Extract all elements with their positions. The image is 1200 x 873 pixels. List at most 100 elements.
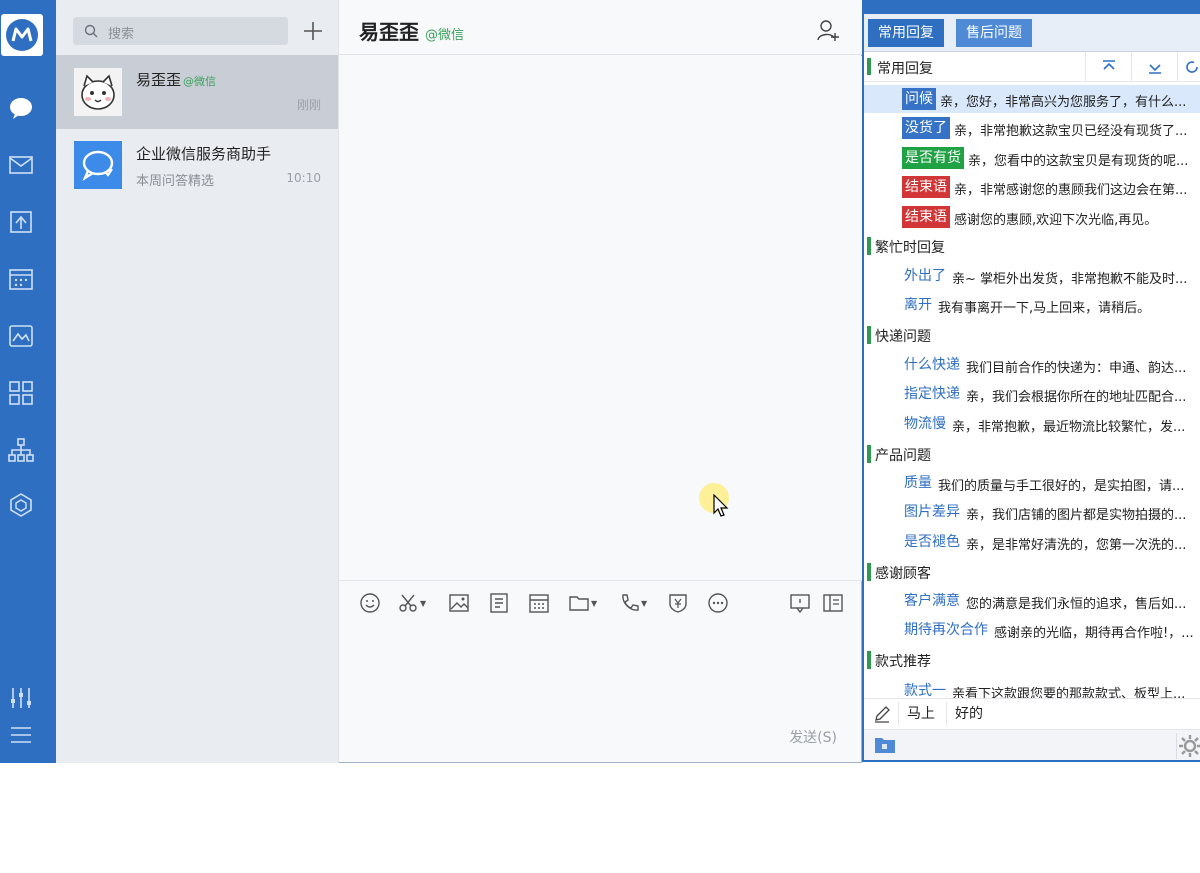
conversation-preview: 本周问答精选 [136,174,215,189]
reply-key: 外出了 [904,268,946,284]
tab-common-replies[interactable]: 常用回复 [868,19,944,47]
conversation-item[interactable]: 易歪歪 @微信 刚刚 [56,55,338,129]
mail-icon[interactable] [8,152,34,178]
category-marker [867,445,871,463]
image-button[interactable] [448,592,470,614]
quick-reply-item[interactable]: 指定快递 亲，我们会根据你所在的地址匹配合... [864,380,1200,408]
add-button[interactable] [299,17,327,45]
tab-after-sales[interactable]: 售后问题 [956,19,1032,47]
quick-reply-item[interactable]: 是否褪色 亲，是非常好清洗的，您第一次洗的... [864,528,1200,556]
refresh-button[interactable] [1177,52,1200,82]
reply-text: 亲，我们会根据你所在的地址匹配合... [966,390,1187,405]
emoji-button[interactable] [359,592,381,614]
screenshot-button[interactable]: ▼ [397,592,433,614]
calendar-button[interactable] [528,592,550,614]
quick-words-bar: 马上 好的 [864,698,1200,728]
calendar-icon [529,594,549,613]
quick-reply-item[interactable]: 结束语 感谢您的惠顾,欢迎下次光临,再见。 [864,203,1200,231]
reply-category[interactable]: 款式推荐 [864,647,1200,673]
conversation-item[interactable]: 企业微信服务商助手 本周问答精选 10:10 [56,129,338,203]
reply-text: 亲，非常感谢您的惠顾我们这边会在第... [954,183,1188,198]
quick-reply-item[interactable]: 离开 我有事离开一下,马上回来，请稍后。 [864,291,1200,319]
logo-icon[interactable] [1,14,43,56]
add-member-button[interactable] [816,18,840,42]
chat-icon[interactable] [8,95,34,121]
calendar-icon[interactable] [8,266,34,292]
quick-reply-group-header: 常用回复 [864,52,1200,82]
search-input[interactable]: 搜索 [73,17,288,45]
quick-reply-item[interactable]: 没货了 亲，非常抱歉这款宝贝已经没有现货了... [864,114,1200,142]
reply-category[interactable]: 快递问题 [864,322,1200,348]
settings-button[interactable] [1176,733,1200,759]
apps-icon[interactable] [8,380,34,406]
reply-key: 客户满意 [904,593,960,609]
quick-reply-item[interactable]: 物流慢 亲，非常抱歉，最近物流比较繁忙，发... [864,410,1200,438]
reply-key: 质量 [904,475,932,491]
folder-icon[interactable] [874,736,896,754]
reply-text: 感谢您的惠顾,欢迎下次光临,再见。 [954,213,1158,228]
edit-button[interactable] [872,704,892,724]
service-assistant-avatar [74,141,122,189]
category-marker [867,326,871,344]
reply-key: 款式一 [904,683,946,698]
quick-word[interactable]: 好的 [946,702,991,726]
message-area [339,56,862,580]
scroll-top-button[interactable] [1085,52,1131,82]
search-placeholder: 搜索 [108,27,135,42]
quick-reply-panel: 常用回复 售后问题 常用回复 问候 亲，您好，非常高兴为您服务了，有什么... … [862,0,1200,762]
reply-key: 是否有货 [902,147,964,169]
more-button[interactable] [707,592,729,614]
reply-key: 图片差异 [904,504,960,520]
category-label: 快递问题 [875,329,931,345]
category-marker [867,563,871,581]
scroll-bottom-button[interactable] [1131,52,1177,82]
call-button[interactable]: ▼ [618,592,654,614]
menu-icon[interactable] [8,722,34,748]
reply-key: 结束语 [902,176,950,198]
current-group-label: 常用回复 [877,61,933,77]
settings-sliders-icon[interactable] [8,685,34,711]
pencil-icon [875,706,890,723]
docs-icon[interactable] [8,209,34,235]
org-icon[interactable] [8,437,34,463]
conversation-list-panel: 搜索 易歪歪 @微信 刚刚 企业微信服务商助手 本周问答精选 10:10 [56,0,339,763]
refresh-icon [1185,61,1198,73]
reply-category[interactable]: 产品问题 [864,441,1200,467]
reply-category[interactable]: 繁忙时回复 [864,233,1200,259]
quick-reply-item[interactable]: 客户满意 您的满意是我们永恒的追求，售后如... [864,587,1200,615]
quick-reply-item[interactable]: 款式一 亲看下这款跟您要的那款款式、板型上... [864,677,1200,698]
chevron-down-icon: ▼ [420,598,427,608]
sidebar-toggle-button[interactable] [822,592,844,614]
reply-text: 亲，我们店铺的图片都是实物拍摄的... [966,508,1187,523]
send-button[interactable]: 发送(S) [789,727,837,747]
document-button[interactable] [488,592,510,614]
box-icon[interactable] [8,492,34,518]
reply-key: 物流慢 [904,416,946,432]
image-icon [449,594,469,612]
conversation-time: 刚刚 [296,98,321,112]
workspace-icon[interactable] [8,323,34,349]
conversation-name: 易歪歪 @微信 [136,71,217,89]
reply-text: 我们的质量与手工很好的，是实拍图，请... [938,479,1185,494]
quick-reply-item[interactable]: 图片差异 亲，我们店铺的图片都是实物拍摄的... [864,498,1200,526]
chevron-down-icon: ▼ [641,598,648,608]
reply-category[interactable]: 感谢顾客 [864,559,1200,585]
quick-reply-item[interactable]: 期待再次合作 感谢亲的光临，期待再合作啦!，... [864,616,1200,644]
quick-reply-item[interactable]: 什么快递 我们目前合作的快递为：申通、韵达... [864,351,1200,379]
quick-reply-item[interactable]: 质量 我们的质量与手工很好的，是实拍图，请... [864,469,1200,497]
quick-reply-item[interactable]: 是否有货 亲，您看中的这款宝贝是有现货的呢... [864,144,1200,172]
quick-reply-titlebar [864,0,1200,14]
quick-reply-item[interactable]: 问候 亲，您好，非常高兴为您服务了，有什么... [864,85,1200,113]
reply-text: 我们目前合作的快递为：申通、韵达... [966,361,1187,376]
quick-reply-item[interactable]: 结束语 亲，非常感谢您的惠顾我们这边会在第... [864,173,1200,201]
reply-text: 亲，您看中的这款宝贝是有现货的呢... [968,154,1189,169]
reply-text: 亲看下这款跟您要的那款款式、板型上... [952,687,1186,698]
chat-record-button[interactable] [789,592,811,614]
quick-reply-item[interactable]: 外出了 亲~ 掌柜外出发货，非常抱歉不能及时... [864,262,1200,290]
document-icon [490,593,508,613]
quick-word[interactable]: 马上 [898,702,943,726]
file-button[interactable]: ▼ [568,592,604,614]
reply-key: 结束语 [902,206,950,228]
payment-button[interactable] [667,592,689,614]
reply-key: 没货了 [902,117,950,139]
